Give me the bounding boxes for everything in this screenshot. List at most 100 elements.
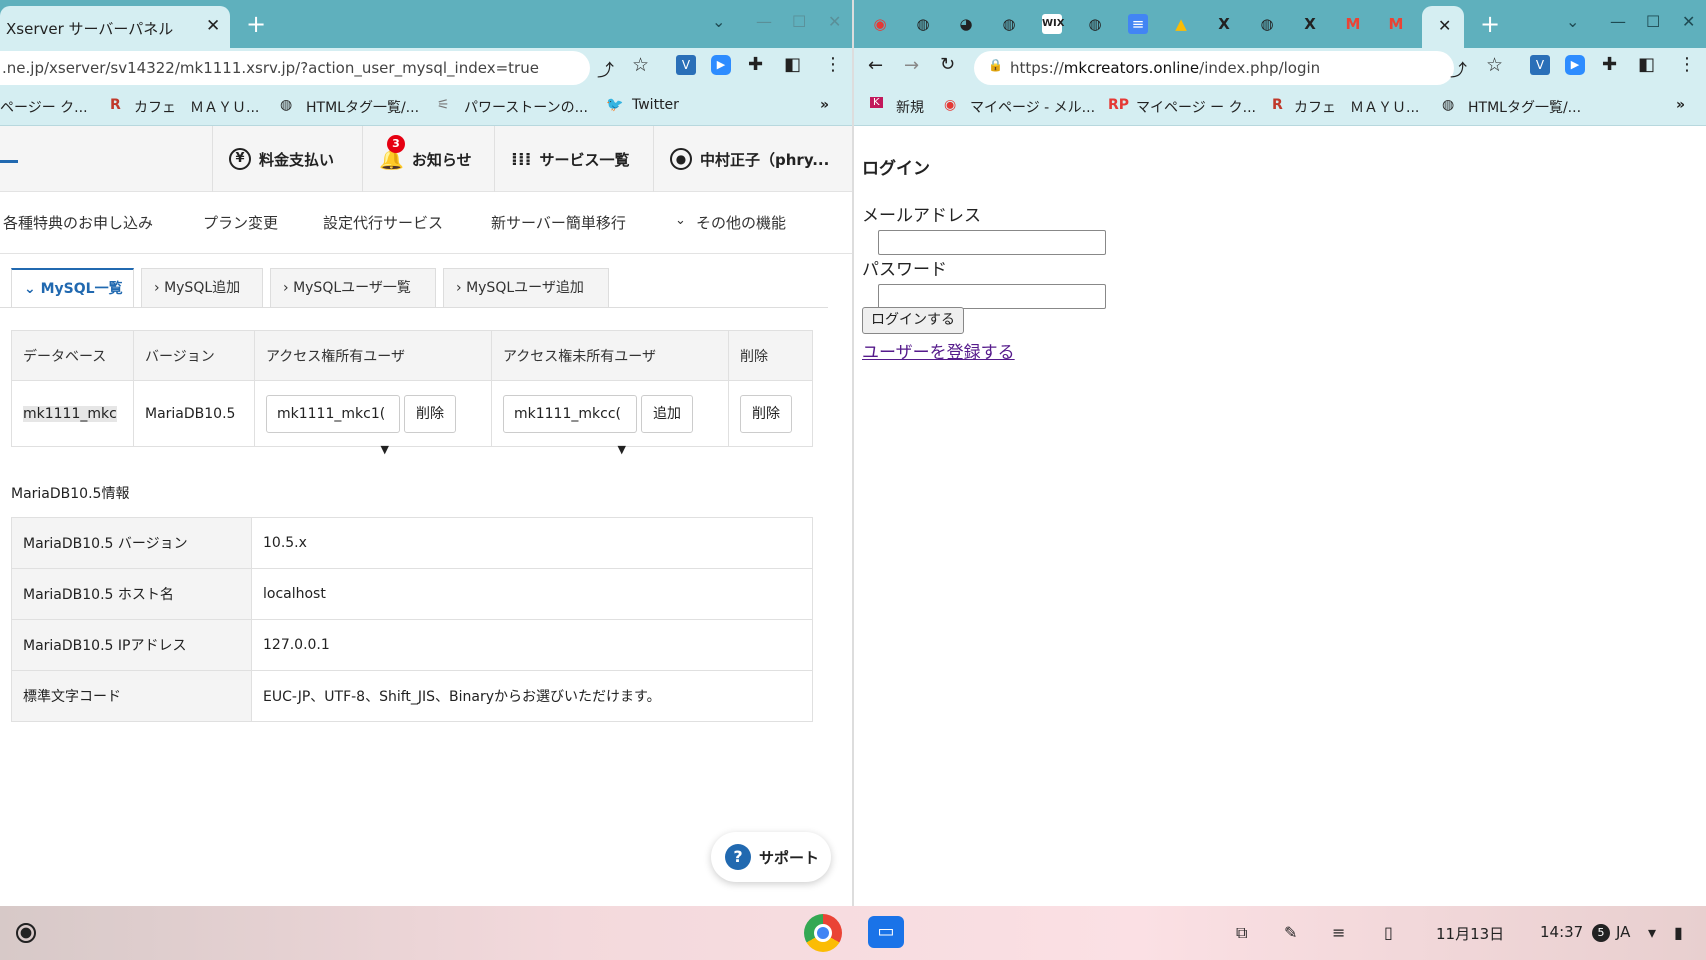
forward-icon[interactable]: → <box>904 55 919 76</box>
bookmark-item[interactable]: HTMLタグ一覧/... <box>1468 97 1581 117</box>
minimize-icon[interactable]: — <box>1610 12 1626 31</box>
owner-user-select[interactable]: mk1111_mkc1( ▼ <box>266 394 400 456</box>
date-display[interactable]: 11月13日 <box>1436 923 1504 944</box>
maximize-icon[interactable]: ☐ <box>1646 12 1660 31</box>
wix-icon[interactable]: WIX <box>1042 14 1064 34</box>
time-display[interactable]: 14:37 <box>1540 923 1583 941</box>
subnav-plan-change[interactable]: プラン変更 <box>203 212 278 233</box>
back-icon[interactable]: ← <box>868 55 883 76</box>
bookmark-item[interactable]: カフェ ＭＡＹＵ... <box>1294 97 1419 117</box>
tab-search-icon[interactable]: ⌄ <box>1566 12 1579 31</box>
reload-icon[interactable]: ↻ <box>940 54 955 75</box>
gmail-icon[interactable]: M <box>1386 14 1406 34</box>
bookmark-item[interactable]: カフェ ＭＡＹＵ... <box>134 97 259 117</box>
extensions-puzzle-icon[interactable]: ✚ <box>748 54 763 75</box>
zoom-extension-icon[interactable]: ▶ <box>711 55 731 75</box>
globe-icon[interactable]: ◍ <box>1085 14 1105 34</box>
gmail-icon[interactable]: M <box>1343 14 1363 34</box>
globe-icon[interactable]: ◍ <box>1257 14 1277 34</box>
notice-button[interactable]: 🔔 3 お知らせ <box>362 126 488 192</box>
page-title: ログイン <box>862 159 930 179</box>
revoke-user-button[interactable]: 削除 <box>404 394 456 433</box>
side-panel-icon[interactable]: ◧ <box>784 54 801 75</box>
new-tab-icon[interactable]: + <box>246 10 266 38</box>
grant-user-button[interactable]: 追加 <box>641 394 693 433</box>
close-window-icon[interactable]: ✕ <box>1682 12 1695 31</box>
favicon-red-icon[interactable]: ◉ <box>870 14 890 34</box>
password-field[interactable] <box>878 284 1106 309</box>
x-icon[interactable]: X <box>1214 14 1234 34</box>
tab-mysql-user-list[interactable]: › MySQLユーザ一覧 <box>270 268 436 308</box>
tab-mysql-list[interactable]: ⌄ MySQL一覧 <box>11 268 134 308</box>
wifi-icon[interactable]: ▾ <box>1648 923 1656 942</box>
globe-icon[interactable]: ◍ <box>913 14 933 34</box>
menu-kebab-icon[interactable]: ⋮ <box>1678 54 1696 75</box>
launcher-icon[interactable] <box>16 923 36 943</box>
support-button[interactable]: ? サポート <box>711 832 831 882</box>
extension-v-icon[interactable]: V <box>1530 55 1550 75</box>
payment-button[interactable]: ¥ 料金支払い <box>212 126 350 192</box>
close-window-icon[interactable]: ✕ <box>828 12 841 31</box>
bookmark-item[interactable]: マイページ - メル... <box>970 97 1095 117</box>
battery-icon[interactable]: ▮ <box>1674 923 1683 942</box>
share-icon[interactable]: ⤴ <box>1450 56 1467 81</box>
subnav-migration[interactable]: 新サーバー簡単移行 <box>491 212 626 233</box>
side-panel-icon[interactable]: ◧ <box>1638 54 1655 75</box>
close-tab-icon[interactable]: ✕ <box>206 16 220 36</box>
x-icon[interactable]: X <box>1300 14 1320 34</box>
services-button[interactable]: ⁞⁞⁞ サービス一覧 <box>494 126 646 192</box>
tab-login[interactable]: ✕ <box>1422 6 1464 48</box>
yen-icon: ¥ <box>229 148 251 170</box>
tab-xserver[interactable]: Xserver サーバーパネル ✕ <box>0 6 230 48</box>
extensions-puzzle-icon[interactable]: ✚ <box>1602 54 1617 75</box>
minimize-icon[interactable]: — <box>756 12 772 31</box>
bookmark-item[interactable]: HTMLタグ一覧/... <box>306 97 419 117</box>
delete-database-button[interactable]: 削除 <box>740 394 792 433</box>
address-bar: ← → ↻ 🔒 https://mkcreators.online/index.… <box>854 48 1706 88</box>
logo-fragment <box>0 160 18 163</box>
screen-capture-icon[interactable]: ⧉ <box>1236 923 1247 943</box>
slides-icon[interactable]: ▲ <box>1171 14 1191 34</box>
table-row: MariaDB10.5 バージョン 10.5.x <box>11 517 813 569</box>
tab-mysql-user-add[interactable]: › MySQLユーザ追加 <box>443 268 609 308</box>
bookmark-star-icon[interactable]: ☆ <box>1486 54 1503 76</box>
bookmark-item[interactable]: ページー ク... <box>0 97 88 117</box>
grid-icon: ⁞⁞⁞ <box>511 148 532 170</box>
share-icon[interactable]: ⤴ <box>597 56 614 81</box>
tab-mysql-add[interactable]: › MySQL追加 <box>141 268 263 308</box>
email-field[interactable] <box>878 230 1106 255</box>
docs-icon[interactable]: ≡ <box>1128 14 1148 34</box>
playlist-icon[interactable]: ≡ <box>1332 923 1345 942</box>
bookmark-star-icon[interactable]: ☆ <box>632 54 649 76</box>
subnav-other-features[interactable]: その他の機能 <box>696 212 786 233</box>
language-indicator[interactable]: JA <box>1616 923 1630 941</box>
omnibox[interactable]: .ne.jp/xserver/sv14322/mk1111.xsrv.jp/?a… <box>0 51 590 85</box>
maximize-icon[interactable]: ☐ <box>792 12 806 31</box>
phone-hub-icon[interactable]: ▯ <box>1384 923 1393 942</box>
notification-count[interactable]: 5 <box>1592 924 1610 942</box>
omnibox[interactable]: 🔒 https://mkcreators.online/index.php/lo… <box>974 51 1454 85</box>
register-link[interactable]: ユーザーを登録する <box>862 338 1015 363</box>
files-icon[interactable]: ▭ <box>868 916 904 948</box>
user-menu[interactable]: ● 中村正子（phry... <box>653 126 852 192</box>
nonowner-user-select[interactable]: mk1111_mkcc( ▼ <box>503 394 637 456</box>
zoom-extension-icon[interactable]: ▶ <box>1565 55 1585 75</box>
pen-icon[interactable]: ✎ <box>1284 923 1297 942</box>
bookmark-item[interactable]: マイページ ー ク... <box>1136 97 1256 117</box>
favicon-drop-icon[interactable]: ◕ <box>956 14 976 34</box>
extension-v-icon[interactable]: V <box>676 55 696 75</box>
globe-icon[interactable]: ◍ <box>999 14 1019 34</box>
more-bookmarks-icon[interactable]: » <box>820 97 829 113</box>
bookmark-item[interactable]: パワーストーンの... <box>464 97 588 117</box>
close-tab-icon[interactable]: ✕ <box>1438 16 1451 35</box>
chrome-icon[interactable] <box>804 914 842 952</box>
subnav-benefits[interactable]: 各種特典のお申し込み <box>3 212 153 233</box>
bookmark-item[interactable]: 新規 <box>896 97 924 117</box>
subnav-setup-service[interactable]: 設定代行サービス <box>323 212 443 233</box>
bookmark-item[interactable]: Twitter <box>632 97 679 113</box>
menu-kebab-icon[interactable]: ⋮ <box>824 54 842 75</box>
tab-search-icon[interactable]: ⌄ <box>712 12 725 31</box>
more-bookmarks-icon[interactable]: » <box>1676 97 1685 113</box>
new-tab-icon[interactable]: + <box>1480 10 1500 38</box>
login-button[interactable]: ログインする <box>862 307 964 334</box>
